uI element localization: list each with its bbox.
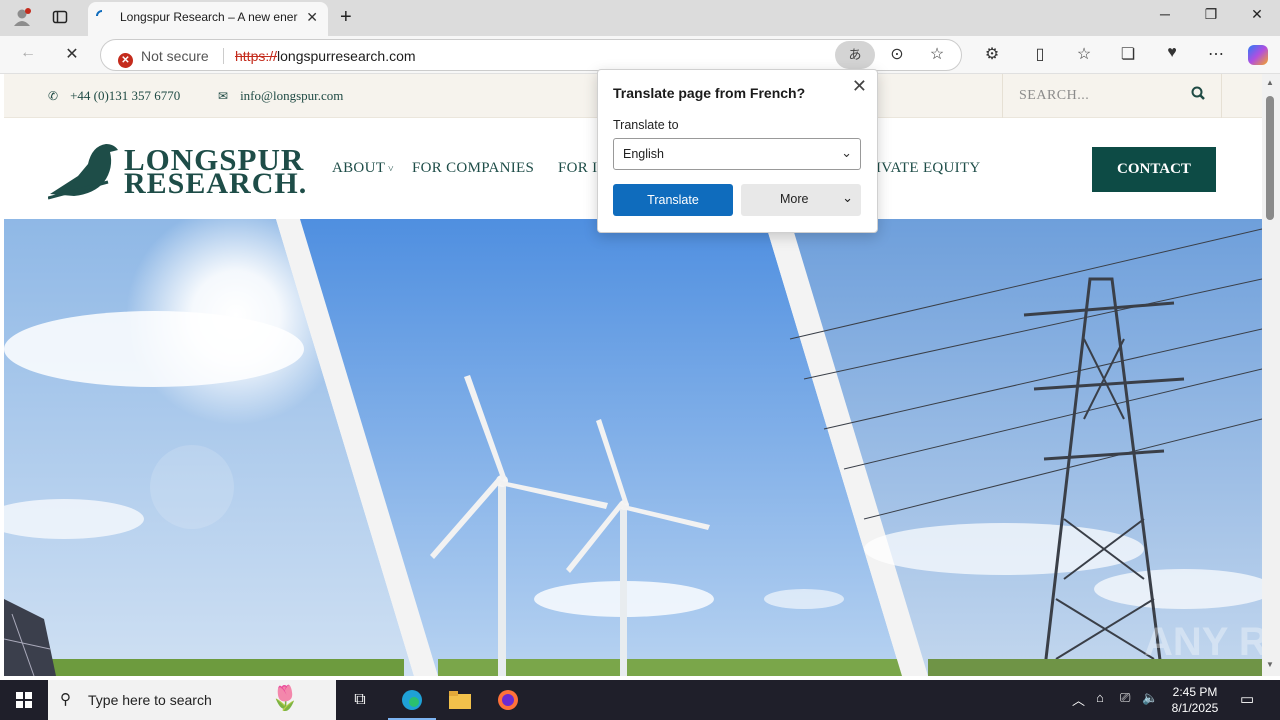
url-text[interactable]: https://longspurresearch.com	[235, 48, 416, 64]
read-aloud-icon[interactable]: ⊙	[885, 44, 909, 64]
settings-menu-icon[interactable]: ⋯	[1204, 44, 1228, 64]
close-window-button[interactable]: ✕	[1242, 6, 1272, 23]
stop-loading-icon[interactable]: ✕	[60, 44, 84, 64]
tab-strip: Longspur Research – A new energy researc…	[0, 0, 1280, 36]
scroll-down-icon[interactable]: ▼	[1266, 660, 1274, 669]
popup-heading: Translate page from French?	[613, 85, 806, 101]
browser-tab-active[interactable]: Longspur Research – A new energy researc…	[88, 2, 328, 36]
extensions-icon[interactable]: ⚙	[980, 44, 1004, 64]
search-icon[interactable]	[1191, 86, 1205, 103]
nav-private-equity[interactable]: IVATE EQUITY	[876, 160, 981, 177]
scrollbar-thumb[interactable]	[1266, 96, 1274, 220]
back-icon[interactable]: ←	[16, 44, 40, 62]
envelope-icon: ✉	[218, 89, 229, 103]
profile-icon[interactable]	[12, 7, 32, 27]
browser-essentials-icon[interactable]: ♥	[1160, 44, 1184, 62]
chevron-down-icon: ⌄	[841, 145, 852, 160]
email-link[interactable]: ✉ info@longspur.com	[218, 88, 343, 104]
collections-icon[interactable]: ❏	[1116, 44, 1140, 64]
phone-link[interactable]: ✆ +44 (0)131 357 6770	[48, 88, 180, 104]
tray-overflow-icon[interactable]: ︿	[1072, 690, 1085, 709]
favorite-star-icon[interactable]: ☆	[925, 44, 949, 64]
nav-for-investors[interactable]: FOR I	[558, 160, 597, 177]
translate-to-label: Translate to	[613, 118, 679, 132]
page-scrollbar[interactable]: ▲ ▼	[1262, 74, 1280, 676]
file-explorer-icon[interactable]	[436, 680, 484, 720]
system-clock[interactable]: 2:45 PM 8/1/2025	[1166, 684, 1224, 716]
chevron-down-icon: ⌄	[842, 190, 853, 205]
address-bar[interactable]: ✕ Not secure https://longspurresearch.com…	[100, 39, 962, 71]
taskbar-search[interactable]: ⚲ Type here to search 🌷	[48, 680, 336, 720]
copilot-icon[interactable]	[1248, 45, 1268, 65]
scroll-up-icon[interactable]: ▲	[1266, 78, 1274, 87]
language-select[interactable]: English ⌄	[613, 138, 861, 170]
minimize-button[interactable]: ─	[1150, 6, 1180, 22]
watermark-icon: ANY RUN	[1144, 620, 1262, 664]
site-search[interactable]: SEARCH...	[1002, 74, 1222, 118]
restore-button[interactable]: ❐	[1196, 6, 1226, 23]
tab-close-icon[interactable]: ✕	[306, 9, 318, 26]
tab-actions-icon[interactable]	[52, 9, 68, 25]
meet-now-icon[interactable]: ⌂	[1096, 690, 1104, 705]
favorites-icon[interactable]: ☆	[1072, 44, 1096, 64]
volume-icon[interactable]: 🔈	[1142, 690, 1158, 706]
split-screen-icon[interactable]: ▯	[1028, 44, 1052, 64]
loading-icon	[96, 10, 103, 17]
hero-image: ANY RUN	[4, 219, 1262, 676]
divider	[223, 48, 224, 64]
notifications-icon[interactable]: ▭	[1240, 690, 1254, 708]
translate-button[interactable]: Translate	[613, 184, 733, 216]
tab-title: Longspur Research – A new energy researc…	[120, 10, 298, 24]
translate-icon[interactable]: あ	[835, 41, 875, 69]
search-input[interactable]: SEARCH...	[1019, 88, 1089, 104]
windows-taskbar: ⚲ Type here to search 🌷 ⧉ ︿ ⌂ ⎚ 🔈 2:45 P…	[0, 680, 1280, 720]
more-button[interactable]: More ⌄	[741, 184, 861, 216]
nav-about[interactable]: ABOUT ˅	[332, 160, 394, 177]
task-view-icon[interactable]: ⧉	[336, 680, 384, 720]
start-button[interactable]	[0, 680, 48, 720]
contact-button[interactable]: CONTACT	[1092, 147, 1216, 192]
translate-popup: Translate page from French? ✕ Translate …	[597, 69, 878, 233]
phone-icon: ✆	[48, 89, 59, 103]
not-secure-icon: ✕	[118, 53, 133, 68]
new-tab-button[interactable]: +	[340, 6, 352, 29]
search-icon: ⚲	[60, 691, 71, 708]
tulip-icon: 🌷	[270, 685, 300, 712]
firefox-icon[interactable]	[484, 680, 532, 720]
site-logo[interactable]: LONGSPUR RESEARCH.	[48, 142, 306, 200]
nav-for-companies[interactable]: FOR COMPANIES	[412, 160, 534, 177]
close-icon[interactable]: ✕	[852, 76, 867, 97]
security-indicator[interactable]: ✕ Not secure	[118, 48, 209, 68]
network-icon[interactable]: ⎚	[1120, 690, 1130, 706]
bird-logo-icon	[48, 144, 118, 200]
chevron-down-icon: ˅	[385, 164, 394, 175]
edge-icon[interactable]	[388, 680, 436, 720]
